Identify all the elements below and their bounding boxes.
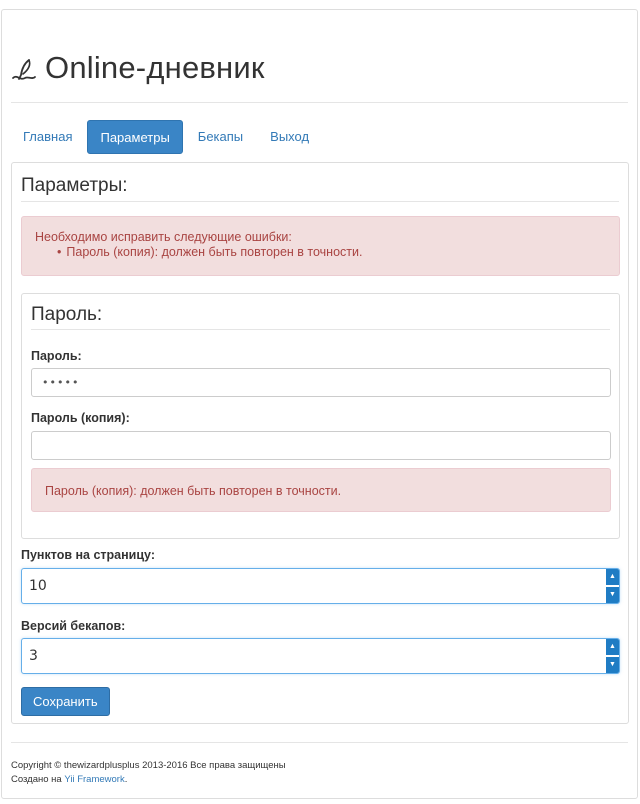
backup-versions-field[interactable]: 3 ▲ ▼ (21, 638, 620, 674)
password-field[interactable]: ••••• (31, 368, 611, 397)
header-divider (11, 102, 628, 103)
points-per-page-label: Пунктов на страницу: (21, 548, 155, 562)
error-summary-heading: Необходимо исправить следующие ошибки: (35, 230, 292, 244)
nav-item-parameters[interactable]: Параметры (87, 120, 183, 154)
nav-item-logout[interactable]: Выход (258, 120, 321, 154)
created-prefix: Создано на (11, 774, 65, 785)
parameters-form: Параметры: Необходимо исправить следующи… (11, 162, 629, 724)
main-nav: Главная Параметры Бекапы Выход (11, 120, 324, 154)
save-button[interactable]: Сохранить (21, 687, 110, 716)
spin-down-icon[interactable]: ▼ (606, 587, 619, 603)
points-per-page-field[interactable]: 10 ▲ ▼ (21, 568, 620, 604)
framework-link[interactable]: Yii Framework (64, 774, 124, 785)
form-legend: Параметры: (21, 175, 619, 202)
backup-versions-spinner: ▲ ▼ (606, 639, 619, 673)
error-summary: Необходимо исправить следующие ошибки: П… (21, 216, 620, 276)
points-per-page-value: 10 (29, 578, 47, 594)
spin-down-icon[interactable]: ▼ (606, 657, 619, 673)
footer: Copyright © thewizardplusplus 2013-2016 … (11, 759, 286, 787)
spin-up-icon[interactable]: ▲ (606, 639, 619, 655)
copyright-text: Copyright © thewizardplusplus 2013-2016 … (11, 760, 286, 771)
password-copy-label: Пароль (копия): (31, 411, 130, 425)
password-copy-field[interactable] (31, 431, 611, 460)
quill-pen-icon (12, 59, 36, 80)
points-per-page-spinner: ▲ ▼ (606, 569, 619, 603)
password-label: Пароль: (31, 349, 82, 363)
site-title: Online-дневник (45, 50, 265, 85)
error-summary-list: Пароль (копия): должен быть повторен в т… (35, 245, 606, 259)
created-suffix: . (124, 774, 128, 785)
spin-up-icon[interactable]: ▲ (606, 569, 619, 585)
password-copy-error: Пароль (копия): должен быть повторен в т… (31, 468, 611, 512)
password-fieldset-legend: Пароль: (31, 304, 610, 330)
password-fieldset: Пароль: Пароль: ••••• Пароль (копия): Па… (21, 293, 620, 539)
error-summary-item: Пароль (копия): должен быть повторен в т… (57, 245, 606, 259)
site-header: Online-дневник (11, 48, 265, 88)
backup-versions-value: 3 (29, 648, 38, 664)
created-with: Создано на Yii Framework. (11, 773, 286, 787)
nav-item-home[interactable]: Главная (11, 120, 84, 154)
footer-divider (11, 742, 628, 743)
nav-item-backups[interactable]: Бекапы (186, 120, 255, 154)
backup-versions-label: Версий бекапов: (21, 619, 126, 633)
